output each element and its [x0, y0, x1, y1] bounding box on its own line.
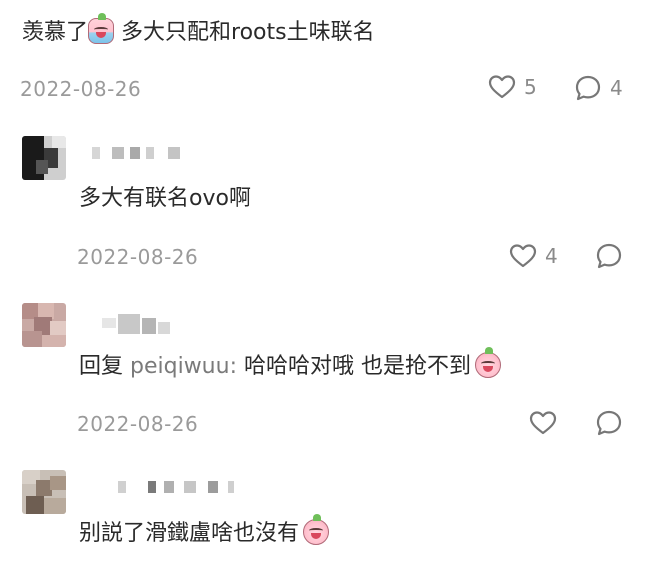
speech-bubble-icon	[574, 74, 602, 102]
top-comment-date: 2022-08-26	[20, 77, 142, 101]
mention-link[interactable]: peiqiwuu:	[130, 354, 237, 379]
reply-text: 回复 peiqiwuu: 哈哈哈对哦 也是抢不到	[79, 347, 501, 380]
blurred-username	[92, 314, 182, 336]
reply-button[interactable]	[595, 409, 623, 437]
reply-count: 4	[610, 76, 623, 100]
reply-date: 2022-08-26	[77, 412, 199, 436]
blurred-username	[92, 147, 192, 161]
reply-text: 别説了滑鐵盧啥也沒有	[79, 514, 330, 547]
reply-text: 多大有联名ovo啊	[79, 186, 251, 211]
reply-button[interactable]	[595, 242, 623, 270]
crying-face-emoji	[303, 514, 330, 545]
top-comment-text: 羡慕了 多大只配和roots土味联名	[22, 13, 375, 46]
like-button[interactable]	[529, 410, 557, 436]
reply-text-body: 别説了滑鐵盧啥也沒有	[79, 521, 300, 546]
heart-outline-icon	[509, 243, 537, 269]
like-count: 5	[524, 75, 537, 99]
like-count: 4	[545, 244, 558, 268]
top-comment-text-after: 多大只配和roots土味联名	[114, 20, 375, 45]
top-comment-text-before: 羡慕了	[22, 20, 89, 45]
reply-prefix: 回复	[79, 354, 130, 379]
speech-bubble-icon	[595, 409, 623, 437]
blurred-username	[118, 481, 238, 495]
reply-button[interactable]: 4	[574, 74, 623, 102]
like-button[interactable]: 5	[488, 74, 537, 100]
avatar[interactable]	[22, 470, 66, 514]
reply-text-body: 哈哈哈对哦 也是抢不到	[236, 354, 471, 379]
speech-bubble-icon	[595, 242, 623, 270]
crying-face-emoji	[474, 347, 501, 378]
heart-outline-icon	[529, 410, 557, 436]
like-button[interactable]: 4	[509, 243, 558, 269]
avatar[interactable]	[22, 136, 66, 180]
crying-bathing-emoji	[88, 13, 115, 44]
heart-outline-icon	[488, 74, 516, 100]
avatar[interactable]	[22, 303, 66, 347]
reply-date: 2022-08-26	[77, 245, 199, 269]
